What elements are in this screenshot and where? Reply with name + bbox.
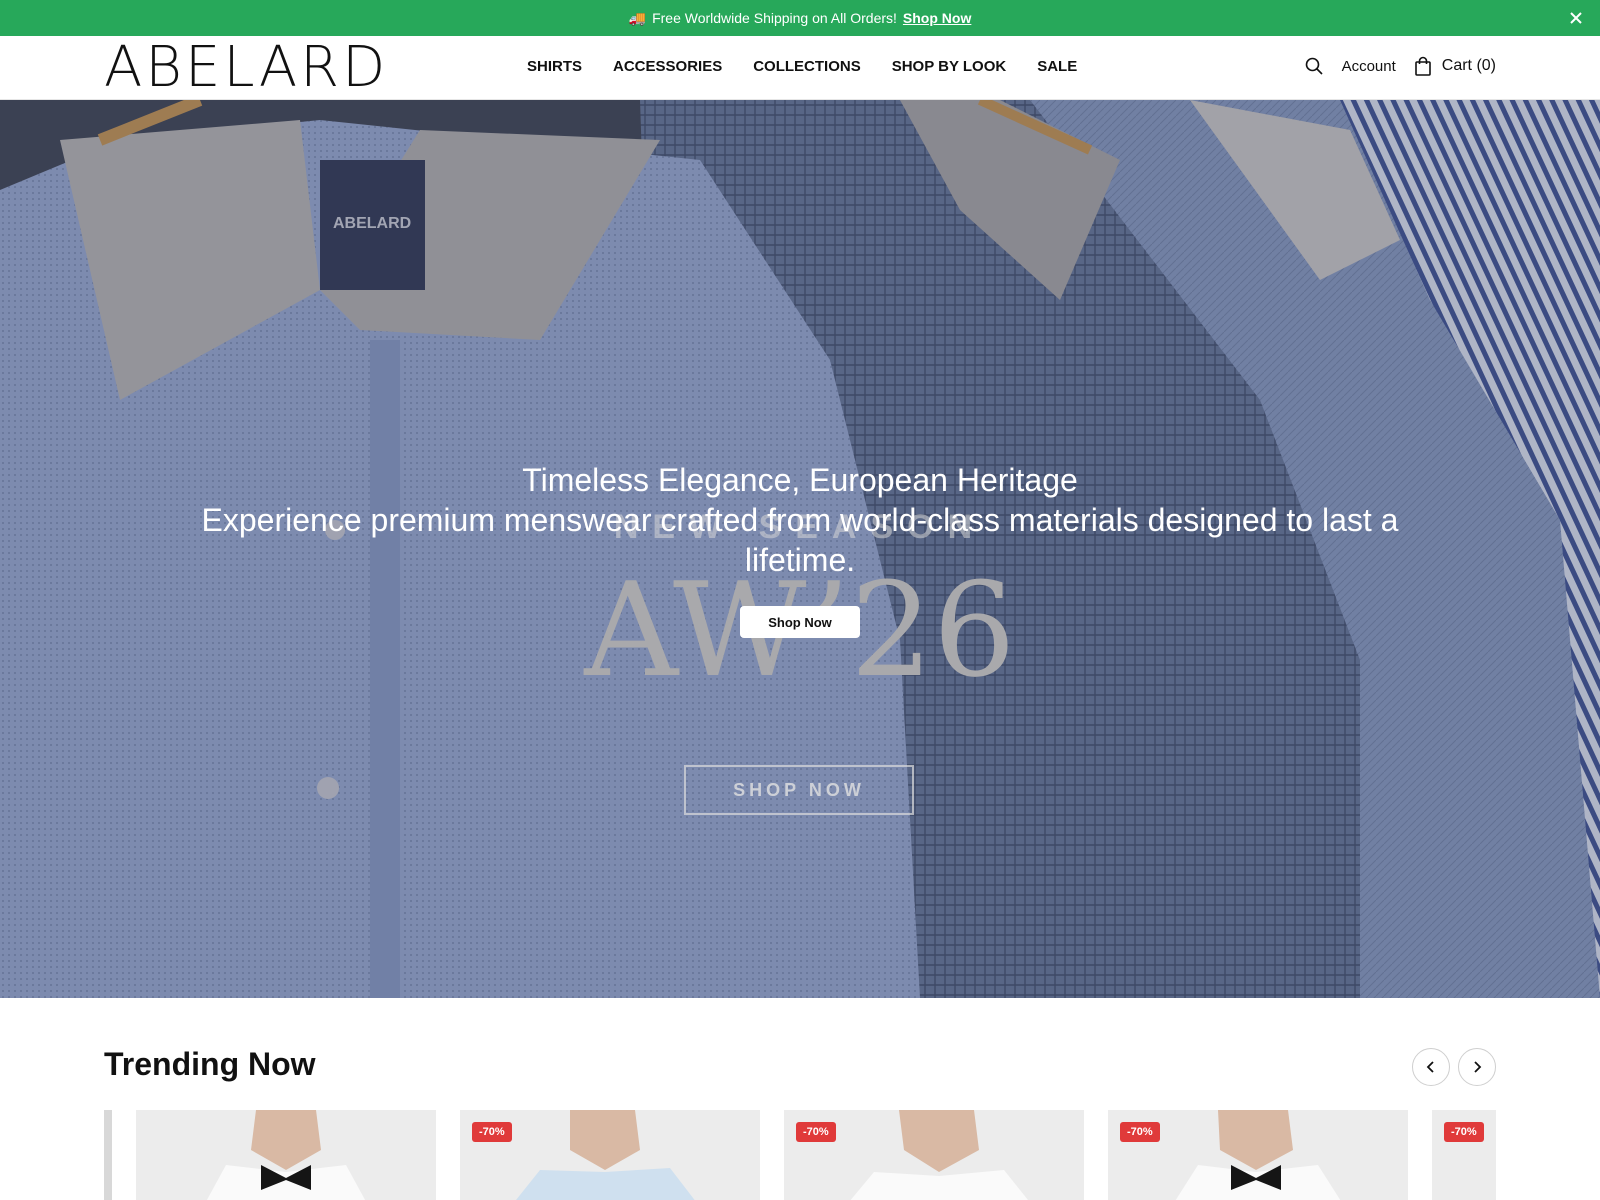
product-card[interactable]: -70% xyxy=(1432,1110,1496,1200)
trending-title: Trending Now xyxy=(104,1046,316,1082)
hero-banner: ABELARD NEW SEASON AW’26 SHOP NOW Timele… xyxy=(0,100,1600,998)
announcement-bar: 🚚 Free Worldwide Shipping on All Orders!… xyxy=(0,0,1600,36)
nav-item-shirts[interactable]: SHIRTS xyxy=(527,58,582,75)
hero-title: Timeless Elegance, European Heritage xyxy=(522,462,1078,498)
logo[interactable]: ABELARD xyxy=(104,40,388,96)
product-card[interactable] xyxy=(136,1110,436,1200)
product-card[interactable] xyxy=(104,1110,112,1200)
carousel-prev-button[interactable] xyxy=(1412,1048,1450,1086)
search-icon[interactable] xyxy=(1304,56,1324,76)
announcement-shop-now-link[interactable]: Shop Now xyxy=(903,10,971,26)
nav-item-shop-by-look[interactable]: SHOP BY LOOK xyxy=(892,58,1006,75)
nav-item-sale[interactable]: SALE xyxy=(1037,58,1077,75)
product-card[interactable]: -70% xyxy=(460,1110,760,1200)
nav-item-accessories[interactable]: ACCESSORIES xyxy=(613,58,722,75)
trending-carousel: -70% -70% -70% -70% xyxy=(104,1110,1496,1200)
header-actions: Account Cart (0) xyxy=(1304,56,1496,76)
discount-badge: -70% xyxy=(1444,1122,1484,1142)
close-icon[interactable] xyxy=(1566,8,1586,28)
discount-badge: -70% xyxy=(1120,1122,1160,1142)
shopping-bag-icon xyxy=(1414,56,1434,76)
product-image xyxy=(136,1110,436,1200)
account-link[interactable]: Account xyxy=(1342,58,1396,75)
image-shop-now-button: SHOP NOW xyxy=(684,765,914,815)
site-header: ABELARD SHIRTS ACCESSORIES COLLECTIONS S… xyxy=(0,36,1600,100)
carousel-next-button[interactable] xyxy=(1458,1048,1496,1086)
discount-badge: -70% xyxy=(796,1122,836,1142)
cart-label: Cart (0) xyxy=(1441,57,1496,74)
cart-link[interactable]: Cart (0) xyxy=(1414,56,1496,76)
chevron-left-icon xyxy=(1426,1061,1434,1073)
hero-subtitle: Experience premium menswear crafted from… xyxy=(201,502,1399,578)
product-card[interactable]: -70% xyxy=(1108,1110,1408,1200)
announcement-text: Free Worldwide Shipping on All Orders! xyxy=(652,10,897,26)
chevron-right-icon xyxy=(1474,1061,1482,1073)
discount-badge: -70% xyxy=(472,1122,512,1142)
nav-item-collections[interactable]: COLLECTIONS xyxy=(753,58,861,75)
product-card[interactable]: -70% xyxy=(784,1110,1084,1200)
truck-icon: 🚚 xyxy=(628,9,647,26)
main-nav: SHIRTS ACCESSORIES COLLECTIONS SHOP BY L… xyxy=(527,58,1077,75)
hero-shop-now-button[interactable]: Shop Now xyxy=(740,606,860,638)
